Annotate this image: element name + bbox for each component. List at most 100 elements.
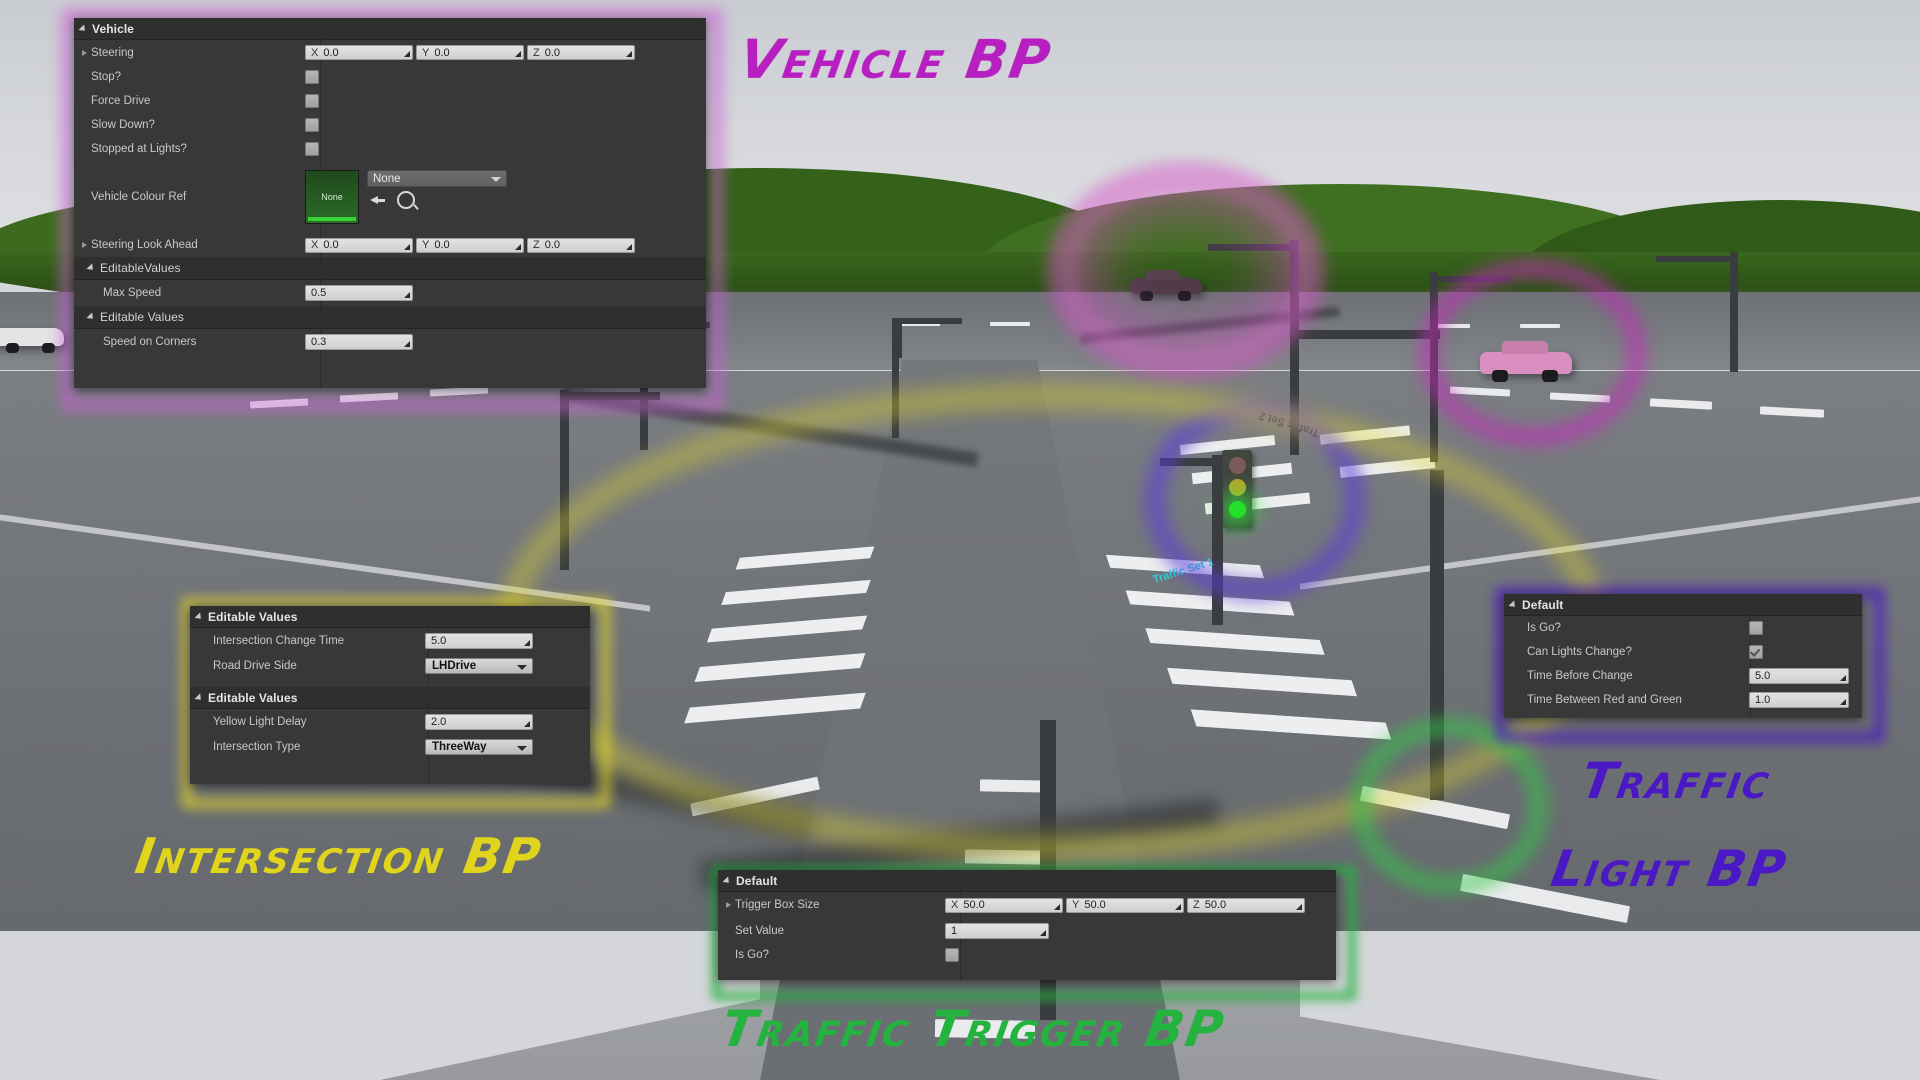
speed-on-corners-field[interactable]: 0.3 (305, 334, 413, 350)
row-intersection-type[interactable]: Intersection Type ThreeWay (190, 734, 590, 760)
annotation-traffic-light-bp-line1: Traffic (1577, 752, 1776, 810)
row-road-drive-side[interactable]: Road Drive Side LHDrive (190, 653, 590, 679)
steering-z-field[interactable]: Z 0.0 (527, 45, 635, 60)
asset-thumbnail[interactable]: None (305, 170, 359, 224)
is-go-checkbox[interactable] (945, 948, 959, 962)
is-go-checkbox[interactable] (1749, 621, 1763, 635)
set-value-field[interactable]: 1 (945, 922, 1049, 939)
row-steering-look-ahead[interactable]: Steering Look Ahead X 0.0 Y 0.0 Z 0.0 (74, 233, 706, 257)
row-label: Intersection Type (213, 741, 301, 753)
category-header-vehicle[interactable]: Vehicle (74, 18, 706, 40)
row-label: Speed on Corners (103, 336, 197, 348)
category-label: Default (736, 873, 778, 888)
category-label: Editable Values (208, 609, 298, 624)
trigger-box-y-field[interactable]: Y 50.0 (1066, 897, 1184, 913)
row-is-go[interactable]: Is Go? (718, 943, 1336, 967)
row-label: Time Between Red and Green (1527, 694, 1682, 706)
row-time-before-change[interactable]: Time Before Change 5.0 (1504, 664, 1862, 688)
traffic-light-model (1222, 450, 1252, 528)
row-label: Max Speed (103, 287, 162, 299)
row-label: Road Drive Side (213, 660, 297, 672)
category-label: Editable Values (208, 690, 298, 705)
expand-triangle-icon (194, 692, 204, 703)
expand-triangle-icon (194, 611, 204, 622)
traffic-trigger-details-panel[interactable]: Default Trigger Box Size X 50.0 Y 50.0 Z… (718, 870, 1336, 980)
row-label: Steering Look Ahead (91, 239, 198, 251)
can-lights-change-checkbox[interactable] (1749, 645, 1763, 659)
screenshot-root: Traffic Set 1 Traffic Set 2 Vehicle Stee… (0, 0, 1920, 1080)
asset-picker-combo[interactable]: None (367, 170, 507, 187)
traffic-light-details-panel[interactable]: Default Is Go? Can Lights Change? Time B… (1504, 594, 1862, 718)
expand-triangle-icon (722, 875, 732, 886)
expand-triangle-icon (86, 312, 96, 322)
stopped-at-lights-checkbox[interactable] (305, 142, 319, 156)
row-vehicle-colour-ref[interactable]: Vehicle Colour Ref None None (74, 161, 706, 233)
row-can-lights-change[interactable]: Can Lights Change? (1504, 640, 1862, 664)
category-label: Editable Values (100, 310, 184, 324)
row-label: Trigger Box Size (735, 899, 820, 911)
row-label: Slow Down? (91, 119, 155, 131)
time-between-red-and-green-field[interactable]: 1.0 (1749, 692, 1849, 708)
row-max-speed[interactable]: Max Speed 0.5 (74, 280, 706, 306)
annotation-intersection-bp: Intersection BP (131, 828, 546, 885)
max-speed-field[interactable]: 0.5 (305, 285, 413, 301)
expand-arrow-icon[interactable] (82, 242, 87, 248)
row-label: Vehicle Colour Ref (91, 191, 187, 203)
annotation-vehicle-bp: Vehicle BP (735, 28, 1057, 91)
row-label: Intersection Change Time (213, 634, 345, 647)
yellow-light-delay-field[interactable]: 2.0 (425, 713, 533, 730)
slow-down-checkbox[interactable] (305, 118, 319, 132)
row-speed-on-corners[interactable]: Speed on Corners 0.3 (74, 329, 706, 355)
row-stopped-at-lights[interactable]: Stopped at Lights? (74, 137, 706, 161)
category-label: EditableValues (100, 261, 181, 275)
row-is-go[interactable]: Is Go? (1504, 616, 1862, 640)
category-header-default[interactable]: Default (1504, 594, 1862, 616)
expand-arrow-icon[interactable] (726, 902, 731, 908)
annotation-traffic-trigger-bp: Traffic Trigger BP (717, 1000, 1230, 1058)
row-label: Set Value (735, 924, 785, 937)
category-header-default[interactable]: Default (718, 870, 1336, 892)
steering-x-field[interactable]: X 0.0 (305, 45, 413, 60)
expand-arrow-icon[interactable] (82, 49, 87, 56)
magnifier-icon[interactable] (397, 191, 415, 209)
look-ahead-z-field[interactable]: Z 0.0 (527, 237, 635, 253)
row-label: Time Before Change (1527, 670, 1633, 682)
row-steering[interactable]: Steering X 0.0 Y 0.0 Z 0.0 (74, 40, 706, 65)
row-label: Can Lights Change? (1527, 646, 1632, 658)
force-drive-checkbox[interactable] (305, 94, 319, 108)
row-label: Stop? (91, 71, 122, 83)
category-label: Vehicle (92, 21, 135, 36)
look-ahead-y-field[interactable]: Y 0.0 (416, 237, 524, 253)
trigger-box-z-field[interactable]: Z 50.0 (1187, 897, 1305, 913)
category-header-editable-values-1[interactable]: EditableValues (74, 257, 706, 280)
row-label: Is Go? (1527, 622, 1561, 634)
trigger-box-x-field[interactable]: X 50.0 (945, 897, 1063, 913)
intersection-details-panel[interactable]: Editable Values Intersection Change Time… (190, 606, 590, 784)
row-force-drive[interactable]: Force Drive (74, 89, 706, 113)
row-label: Steering (91, 46, 134, 59)
row-trigger-box-size[interactable]: Trigger Box Size X 50.0 Y 50.0 Z 50.0 (718, 892, 1336, 918)
expand-triangle-icon (78, 23, 88, 34)
steering-y-field[interactable]: Y 0.0 (416, 45, 524, 60)
category-header-editable-values-1[interactable]: Editable Values (190, 606, 590, 628)
intersection-change-time-field[interactable]: 5.0 (425, 632, 533, 649)
vehicle-details-panel[interactable]: Vehicle Steering X 0.0 Y 0.0 Z 0.0 Stop?… (74, 18, 706, 388)
row-label: Stopped at Lights? (91, 143, 187, 155)
back-arrow-icon[interactable] (370, 194, 385, 207)
row-set-value[interactable]: Set Value 1 (718, 918, 1336, 943)
row-time-between-red-and-green[interactable]: Time Between Red and Green 1.0 (1504, 688, 1862, 712)
row-yellow-light-delay[interactable]: Yellow Light Delay 2.0 (190, 709, 590, 734)
row-label: Force Drive (91, 95, 151, 107)
category-label: Default (1522, 597, 1564, 612)
row-stop[interactable]: Stop? (74, 65, 706, 89)
road-drive-side-combo[interactable]: LHDrive (425, 658, 533, 674)
category-header-editable-values-2[interactable]: Editable Values (74, 306, 706, 329)
time-before-change-field[interactable]: 5.0 (1749, 668, 1849, 684)
intersection-type-combo[interactable]: ThreeWay (425, 739, 533, 755)
look-ahead-x-field[interactable]: X 0.0 (305, 237, 413, 253)
category-header-editable-values-2[interactable]: Editable Values (190, 687, 590, 709)
stop-checkbox[interactable] (305, 70, 319, 84)
row-slow-down[interactable]: Slow Down? (74, 113, 706, 137)
row-intersection-change-time[interactable]: Intersection Change Time 5.0 (190, 628, 590, 653)
annotation-traffic-light-bp-line2: Light BP (1547, 840, 1792, 898)
